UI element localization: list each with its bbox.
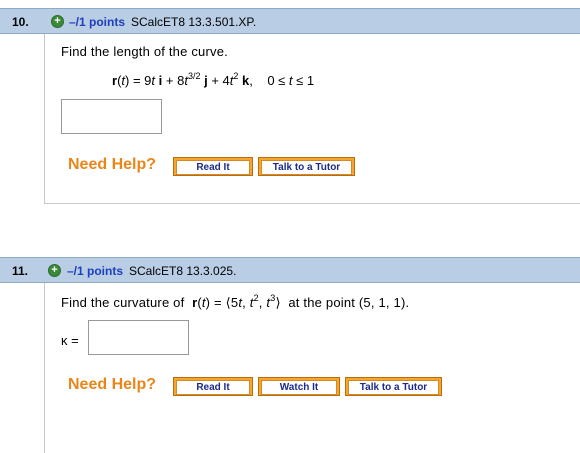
question-header: 10. + –/1 points SCalcET8 13.3.501.XP. [0,8,580,34]
curve-equation: r(t) = 9t i + 8t3/2 j + 4t2 k, 0 ≤ t ≤ 1 [112,71,315,89]
watch-it-button[interactable]: Watch It [258,377,340,396]
prompt-end: at the point (5, 1, 1). [288,295,410,310]
talk-to-tutor-label: Talk to a Tutor [261,160,352,175]
question-code: SCalcET8 13.3.501.XP. [131,15,257,29]
answer-input[interactable] [88,320,189,355]
need-help-label: Need Help? [68,376,157,393]
points-label[interactable]: –/1 points [69,15,125,29]
read-it-label: Read It [176,380,250,395]
curve-equation: r(t) = ⟨5t, t2, t3⟩ [192,293,285,311]
question-prompt: Find the curvature of r(t) = ⟨5t, t2, t3… [61,293,410,311]
read-it-label: Read It [176,160,250,175]
talk-to-tutor-button[interactable]: Talk to a Tutor [345,377,442,396]
read-it-button[interactable]: Read It [173,377,253,396]
watch-it-label: Watch It [261,380,337,395]
talk-to-tutor-label: Talk to a Tutor [348,380,439,395]
question-number: 10. [12,15,29,29]
points-label[interactable]: –/1 points [67,264,123,278]
plus-icon[interactable]: + [51,15,64,28]
prompt-start: Find the curvature of [61,295,185,310]
kappa-label: κ = [61,333,79,348]
answer-input[interactable] [61,99,162,134]
plus-icon[interactable]: + [48,264,61,277]
question-code: SCalcET8 13.3.025. [129,264,237,278]
read-it-button[interactable]: Read It [173,157,253,176]
need-help-label: Need Help? [68,156,157,173]
question-header: 11. + –/1 points SCalcET8 13.3.025. [0,257,580,283]
question-number: 11. [12,264,29,278]
talk-to-tutor-button[interactable]: Talk to a Tutor [258,157,355,176]
question-prompt: Find the length of the curve. [61,44,228,59]
